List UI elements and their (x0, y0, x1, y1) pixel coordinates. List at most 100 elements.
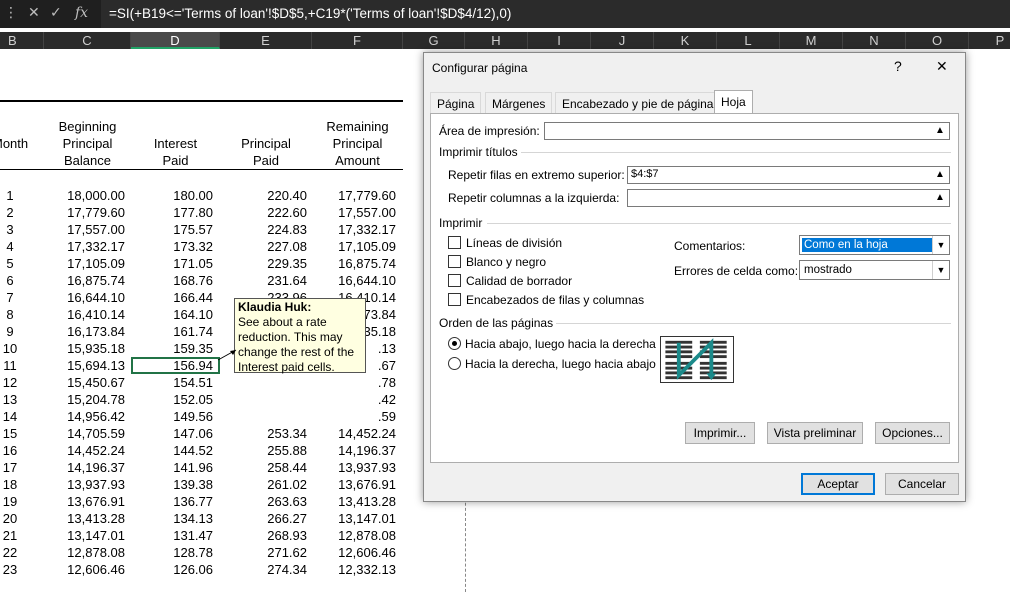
rows-repeat-input[interactable]: $4:$7 ▲ (627, 166, 950, 184)
cell-c[interactable]: 13,937.93 (44, 476, 125, 493)
cell-m[interactable]: 11 (0, 357, 20, 374)
cell-c[interactable]: 17,105.09 (44, 255, 125, 272)
cell-d[interactable]: 149.56 (131, 408, 213, 425)
cancel-icon[interactable]: ✕ (28, 5, 40, 21)
print-area-input[interactable]: ▲ (544, 122, 950, 140)
cell-d[interactable]: 152.05 (131, 391, 213, 408)
cell-c[interactable]: 15,450.67 (44, 374, 125, 391)
cell-e[interactable]: 231.64 (220, 272, 307, 289)
cell-c[interactable]: 14,196.37 (44, 459, 125, 476)
cell-d[interactable]: 166.44 (131, 289, 213, 306)
help-icon[interactable]: ? (894, 58, 902, 74)
fx-icon[interactable]: fx (75, 5, 88, 21)
chevron-down-icon[interactable]: ▼ (932, 261, 949, 279)
options-button[interactable]: Opciones... (875, 422, 950, 444)
cell-f[interactable]: 14,452.24 (312, 425, 396, 442)
tab-pagina[interactable]: Página (430, 92, 482, 114)
col-header[interactable]: O (906, 32, 969, 49)
col-header[interactable]: C (44, 32, 131, 49)
print-button[interactable]: Imprimir... (685, 422, 755, 444)
cell-c[interactable]: 12,878.08 (44, 544, 125, 561)
cell-e[interactable] (220, 374, 307, 391)
cell-m[interactable]: 2 (0, 204, 20, 221)
chevron-down-icon[interactable]: ▼ (932, 236, 949, 254)
cell-d[interactable]: 134.13 (131, 510, 213, 527)
cell-c[interactable]: 15,694.13 (44, 357, 125, 374)
cell-d[interactable]: 164.10 (131, 306, 213, 323)
black-white-checkbox[interactable] (448, 255, 461, 268)
cell-c[interactable]: 15,204.78 (44, 391, 125, 408)
cell-e[interactable]: 263.63 (220, 493, 307, 510)
col-header[interactable]: E (220, 32, 312, 49)
collapse-dialog-icon[interactable]: ▲ (933, 124, 947, 138)
cell-m[interactable]: 5 (0, 255, 20, 272)
cell-c[interactable]: 16,644.10 (44, 289, 125, 306)
comments-dropdown[interactable]: Como en la hoja ▼ (799, 235, 950, 255)
cell-d[interactable]: 139.38 (131, 476, 213, 493)
cancel-button[interactable]: Cancelar (885, 473, 959, 495)
cell-e[interactable] (220, 391, 307, 408)
cell-c[interactable]: 17,332.17 (44, 238, 125, 255)
cell-m[interactable]: 4 (0, 238, 20, 255)
cell-c[interactable]: 15,935.18 (44, 340, 125, 357)
col-header[interactable]: J (591, 32, 654, 49)
col-header[interactable]: L (717, 32, 780, 49)
cols-repeat-input[interactable]: ▲ (627, 189, 950, 207)
cell-f[interactable]: .59 (312, 408, 396, 425)
col-header[interactable]: F (312, 32, 403, 49)
tab-hoja[interactable]: Hoja (714, 90, 753, 114)
cell-f[interactable]: 17,557.00 (312, 204, 396, 221)
cell-d[interactable]: 154.51 (131, 374, 213, 391)
cell-e[interactable]: 229.35 (220, 255, 307, 272)
cell-m[interactable]: 7 (0, 289, 20, 306)
cell-f[interactable]: 13,676.91 (312, 476, 396, 493)
cell-c[interactable]: 16,173.84 (44, 323, 125, 340)
cell-e[interactable]: 271.62 (220, 544, 307, 561)
cell-d[interactable]: 128.78 (131, 544, 213, 561)
cell-c[interactable]: 16,410.14 (44, 306, 125, 323)
cell-e[interactable]: 261.02 (220, 476, 307, 493)
cell-e[interactable]: 266.27 (220, 510, 307, 527)
errors-dropdown[interactable]: mostrado ▼ (799, 260, 950, 280)
col-header-selected[interactable]: D (131, 32, 220, 49)
col-header[interactable]: G (403, 32, 465, 49)
cell-d[interactable]: 147.06 (131, 425, 213, 442)
cell-d[interactable]: 126.06 (131, 561, 213, 578)
col-header[interactable]: K (654, 32, 717, 49)
col-header[interactable]: N (843, 32, 906, 49)
cell-d[interactable]: 159.35 (131, 340, 213, 357)
selected-cell[interactable] (131, 357, 220, 374)
cell-e[interactable] (220, 408, 307, 425)
cell-m[interactable]: 23 (0, 561, 20, 578)
cell-m[interactable]: 16 (0, 442, 20, 459)
cell-d[interactable]: 141.96 (131, 459, 213, 476)
col-header[interactable]: I (528, 32, 591, 49)
cell-c[interactable]: 14,705.59 (44, 425, 125, 442)
cell-c[interactable]: 14,956.42 (44, 408, 125, 425)
cell-e[interactable]: 258.44 (220, 459, 307, 476)
cell-f[interactable]: 13,413.28 (312, 493, 396, 510)
cell-c[interactable]: 18,000.00 (44, 187, 125, 204)
cell-c[interactable]: 16,875.74 (44, 272, 125, 289)
cell-m[interactable]: 18 (0, 476, 20, 493)
cell-f[interactable]: 16,875.74 (312, 255, 396, 272)
cell-m[interactable]: 15 (0, 425, 20, 442)
cell-e[interactable]: 224.83 (220, 221, 307, 238)
cell-m[interactable]: 14 (0, 408, 20, 425)
cell-m[interactable]: 19 (0, 493, 20, 510)
cell-f[interactable]: 13,937.93 (312, 459, 396, 476)
col-header[interactable]: B (0, 32, 44, 49)
cell-c[interactable]: 13,147.01 (44, 527, 125, 544)
tab-margenes[interactable]: Márgenes (485, 92, 553, 114)
cell-f[interactable]: .42 (312, 391, 396, 408)
cell-m[interactable]: 10 (0, 340, 20, 357)
cell-f[interactable]: 14,196.37 (312, 442, 396, 459)
cell-f[interactable]: 12,606.46 (312, 544, 396, 561)
cell-f[interactable]: 17,779.60 (312, 187, 396, 204)
cell-m[interactable]: 1 (0, 187, 20, 204)
cell-d[interactable]: 180.00 (131, 187, 213, 204)
cell-e[interactable]: 253.34 (220, 425, 307, 442)
cell-f[interactable]: 16,644.10 (312, 272, 396, 289)
collapse-dialog-icon[interactable]: ▲ (933, 191, 947, 205)
cell-c[interactable]: 17,557.00 (44, 221, 125, 238)
